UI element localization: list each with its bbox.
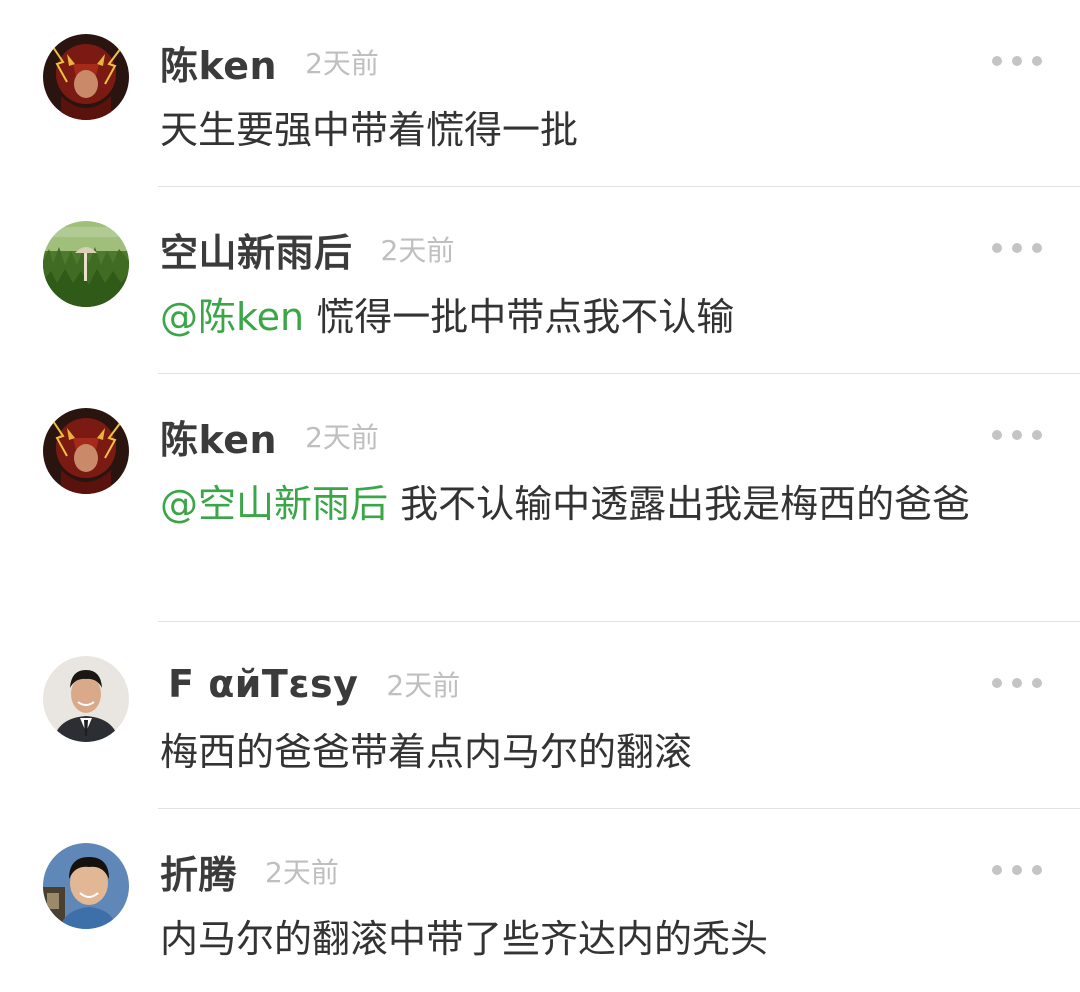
avatar-grass-mushroom-icon (43, 221, 129, 307)
comment-item: F αйTεsy 2天前 梅西的爸爸带着点内马尔的翻滚 (0, 656, 1080, 808)
comment-body: 梅西的爸爸带着点内马尔的翻滚 (160, 730, 693, 774)
username[interactable]: 空山新雨后 (160, 222, 353, 277)
more-options-icon[interactable] (992, 420, 1042, 450)
comment-body: 慌得一批中带点我不认输 (304, 295, 735, 339)
comment-item: 陈ken 2天前 天生要强中带着慌得一批 (0, 34, 1080, 186)
avatar-boy-photo-icon (43, 843, 129, 929)
mention-link[interactable]: @空山新雨后 (160, 482, 388, 526)
avatar[interactable] (43, 656, 129, 742)
more-options-icon[interactable] (992, 668, 1042, 698)
comment-header: 空山新雨后 2天前 (160, 221, 454, 277)
comment-body: 内马尔的翻滚中带了些齐达内的秃头 (160, 917, 769, 961)
avatar[interactable] (43, 408, 129, 494)
divider (158, 621, 1080, 622)
avatar-man-suit-icon (43, 656, 129, 742)
comment-body: 天生要强中带着慌得一批 (160, 108, 579, 152)
comment-header: 陈ken 2天前 (160, 34, 379, 90)
more-options-icon[interactable] (992, 855, 1042, 885)
username[interactable]: F αйTεsy (168, 662, 358, 706)
comment-text: @空山新雨后 我不认输中透露出我是梅西的爸爸 (160, 476, 1040, 532)
comment-header: 折腾 2天前 (160, 843, 339, 899)
divider (158, 186, 1080, 187)
more-options-icon[interactable] (992, 46, 1042, 76)
avatar-flash-hero-icon (43, 34, 129, 120)
comment-text: 天生要强中带着慌得一批 (160, 102, 1040, 158)
mention-link[interactable]: @陈ken (160, 295, 304, 339)
avatar[interactable] (43, 843, 129, 929)
comment-text: @陈ken 慌得一批中带点我不认输 (160, 289, 1040, 345)
more-options-icon[interactable] (992, 233, 1042, 263)
comment-header: F αйTεsy 2天前 (160, 656, 460, 712)
username[interactable]: 陈ken (160, 409, 277, 464)
timestamp: 2天前 (305, 421, 379, 454)
comment-item: 陈ken 2天前 @空山新雨后 我不认输中透露出我是梅西的爸爸 (0, 408, 1080, 620)
timestamp: 2天前 (265, 856, 339, 889)
username[interactable]: 陈ken (160, 35, 277, 90)
avatar[interactable] (43, 221, 129, 307)
timestamp: 2天前 (386, 669, 461, 702)
comment-text: 内马尔的翻滚中带了些齐达内的秃头 (160, 911, 1040, 967)
comment-text: 梅西的爸爸带着点内马尔的翻滚 (160, 724, 1040, 780)
comment-body: 我不认输中透露出我是梅西的爸爸 (388, 482, 971, 526)
divider (158, 373, 1080, 374)
timestamp: 2天前 (380, 234, 455, 267)
username[interactable]: 折腾 (160, 844, 237, 899)
divider (158, 808, 1080, 809)
avatar[interactable] (43, 34, 129, 120)
timestamp: 2天前 (305, 47, 379, 80)
comment-item: 空山新雨后 2天前 @陈ken 慌得一批中带点我不认输 (0, 221, 1080, 373)
comment-list: 陈ken 2天前 天生要强中带着慌得一批 空山新雨后 2天前 @陈ken 慌得一… (0, 0, 1080, 992)
comment-item: 折腾 2天前 内马尔的翻滚中带了些齐达内的秃头 (0, 843, 1080, 992)
comment-header: 陈ken 2天前 (160, 408, 379, 464)
avatar-flash-hero-icon (43, 408, 129, 494)
